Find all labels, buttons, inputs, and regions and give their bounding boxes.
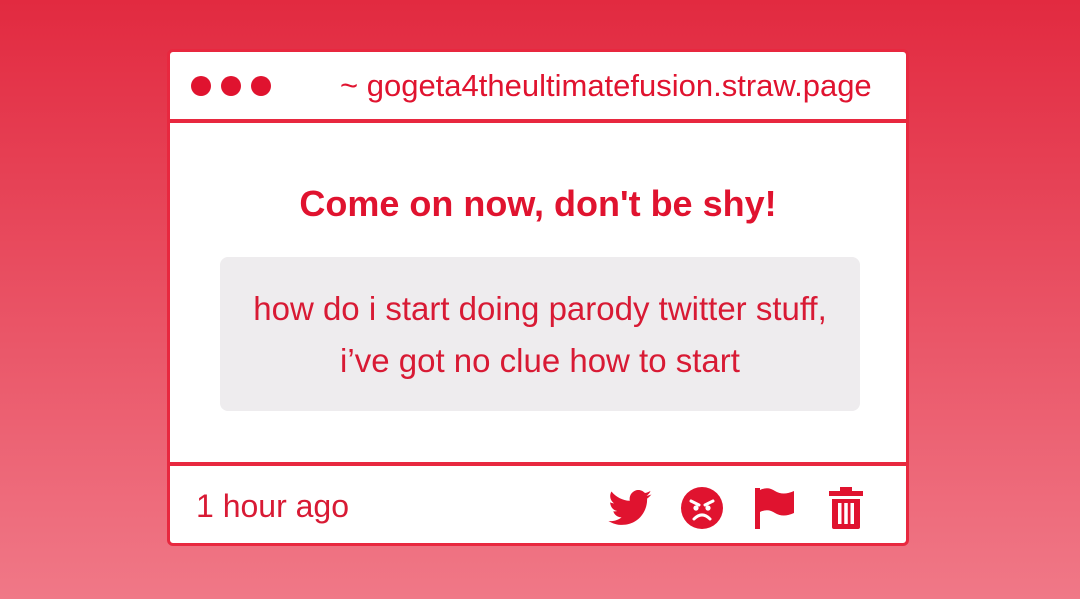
- flag-icon: [755, 488, 794, 529]
- window-dot-icon: [221, 76, 241, 96]
- twitter-share-button[interactable]: [608, 486, 652, 530]
- window-dot-icon: [191, 76, 211, 96]
- site-url[interactable]: ~ gogeta4theultimatefusion.straw.page: [340, 68, 890, 104]
- window-dot-icon: [251, 76, 271, 96]
- report-button[interactable]: [752, 486, 796, 530]
- timestamp: 1 hour ago: [196, 488, 350, 524]
- trash-icon: [829, 487, 863, 529]
- window-dots: [191, 76, 271, 96]
- twitter-bird-icon: [608, 490, 652, 525]
- card-footer: 1 hour ago: [170, 462, 906, 543]
- card-title: Come on now, don't be shy!: [299, 183, 777, 224]
- angry-face-icon: [681, 487, 723, 529]
- delete-button[interactable]: [824, 486, 868, 530]
- question-card: ~ gogeta4theultimatefusion.straw.page Co…: [167, 49, 909, 546]
- question-message: how do i start doing parody twitter stuf…: [220, 257, 860, 411]
- react-button[interactable]: [680, 486, 724, 530]
- action-bar: [608, 486, 868, 530]
- card-header: ~ gogeta4theultimatefusion.straw.page: [170, 52, 906, 123]
